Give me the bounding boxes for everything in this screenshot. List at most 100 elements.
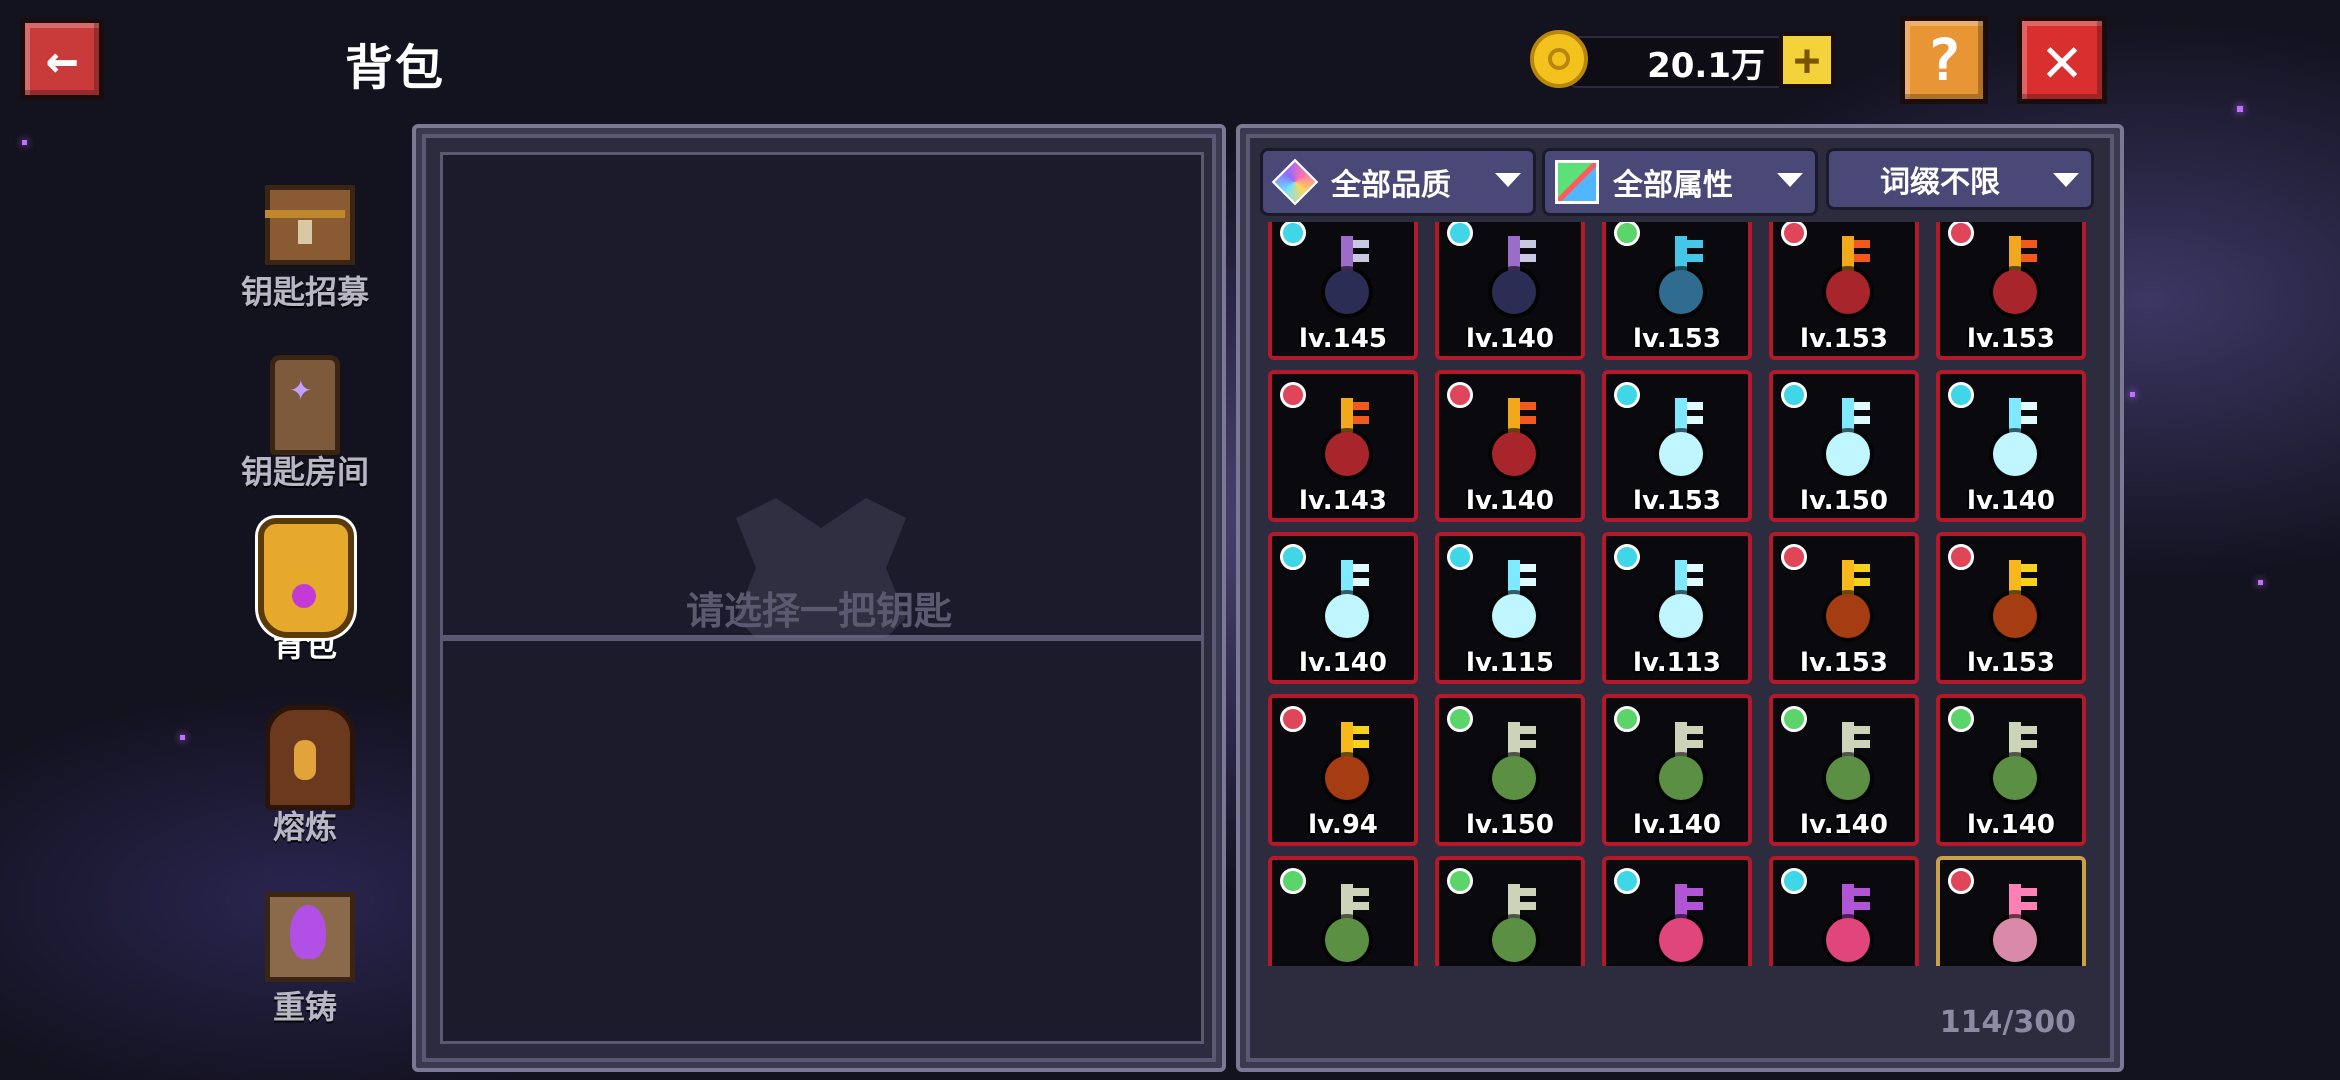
key-slot[interactable]: lv.153 (1602, 370, 1752, 522)
key-level: lv.140 (1466, 324, 1554, 354)
red-element-icon (1280, 706, 1306, 732)
pink-key-icon (1975, 882, 2055, 966)
key-level: lv.150 (1800, 486, 1888, 516)
affix-filter-dropdown[interactable]: 词缀不限 (1826, 148, 2094, 210)
key-slot[interactable]: lv.140 (1435, 370, 1585, 522)
cyan-element-icon (1447, 544, 1473, 570)
venom-key-icon (1474, 720, 1554, 810)
void-key-icon (1474, 234, 1554, 324)
sidebar-item-reforge[interactable]: 重铸 (220, 880, 390, 1028)
cyan-element-icon (1781, 868, 1807, 894)
cyan-element-icon (1447, 222, 1473, 246)
key-slot[interactable]: lv.140 (1602, 694, 1752, 846)
green-element-icon (1447, 868, 1473, 894)
cyan-element-icon (1948, 382, 1974, 408)
key-slot[interactable] (1268, 856, 1418, 966)
pumpkin-key-icon (1808, 558, 1888, 648)
key-slot[interactable] (1602, 856, 1752, 966)
venom-key-icon (1307, 882, 1387, 966)
key-slot[interactable]: lv.140 (1936, 370, 2086, 522)
key-level: lv.153 (1633, 324, 1721, 354)
pumpkin-key-icon (1975, 558, 2055, 648)
key-level: lv.140 (1299, 648, 1387, 678)
back-button[interactable]: ← (20, 18, 104, 100)
key-slot[interactable] (1936, 856, 2086, 966)
add-gold-button[interactable]: + (1779, 32, 1835, 88)
key-level: lv.140 (1466, 486, 1554, 516)
furnace-icon (250, 700, 360, 810)
key-slot[interactable] (1435, 856, 1585, 966)
key-slot[interactable] (1769, 856, 1919, 966)
key-level: lv.143 (1299, 486, 1387, 516)
key-slot[interactable]: lv.145 (1268, 222, 1418, 360)
key-level: lv.94 (1308, 810, 1378, 840)
ice-key-icon (1641, 558, 1721, 648)
rainbow-gem-icon (1271, 158, 1319, 206)
cyan-element-icon (1781, 382, 1807, 408)
attribute-filter-dropdown[interactable]: 全部属性 (1542, 148, 1818, 216)
key-slot[interactable]: lv.150 (1435, 694, 1585, 846)
affix-filter-label: 词缀不限 (1880, 165, 2000, 200)
sidebar-item-smelt[interactable]: 熔炼 (220, 700, 390, 848)
pumpkin-key-icon (1307, 720, 1387, 810)
heart-key-icon (1808, 882, 1888, 966)
key-slot[interactable]: lv.113 (1602, 532, 1752, 684)
key-slot[interactable]: lv.153 (1602, 222, 1752, 360)
attribute-filter-label: 全部属性 (1613, 168, 1733, 203)
red-element-icon (1781, 544, 1807, 570)
venom-key-icon (1975, 720, 2055, 810)
help-button[interactable]: ? (1900, 16, 1988, 104)
forge-icon (250, 880, 360, 990)
key-level: lv.140 (1967, 486, 2055, 516)
key-slot[interactable]: lv.140 (1435, 222, 1585, 360)
void-key-icon (1307, 234, 1387, 324)
bg-star (180, 735, 185, 740)
bag-icon (250, 518, 360, 638)
red-element-icon (1948, 868, 1974, 894)
key-slot[interactable]: lv.140 (1769, 694, 1919, 846)
cyan-element-icon (1280, 544, 1306, 570)
key-level: lv.153 (1800, 648, 1888, 678)
cyan-element-icon (1614, 382, 1640, 408)
back-arrow-icon: ← (45, 27, 79, 91)
key-stats-area (440, 638, 1204, 1044)
heart-key-icon (1641, 882, 1721, 966)
inventory-capacity: 114/300 (1939, 1005, 2076, 1040)
key-grid-viewport[interactable]: lv.145 lv.140 lv.153 lv.153 lv.153 lv.143 lv.1… (1260, 222, 2094, 966)
red-element-icon (1280, 382, 1306, 408)
key-slot[interactable]: lv.153 (1769, 222, 1919, 360)
ice-key-icon (1307, 558, 1387, 648)
green-element-icon (1781, 706, 1807, 732)
green-element-icon (1447, 706, 1473, 732)
key-slot[interactable]: lv.153 (1936, 532, 2086, 684)
ice-key-icon (1808, 396, 1888, 486)
key-slot[interactable]: lv.153 (1936, 222, 2086, 360)
red-element-icon (1948, 544, 1974, 570)
cyan-element-icon (1614, 868, 1640, 894)
key-slot[interactable]: lv.140 (1268, 532, 1418, 684)
ice-key-icon (1641, 396, 1721, 486)
close-button[interactable]: ✕ (2017, 16, 2107, 104)
green-element-icon (1280, 868, 1306, 894)
venom-key-icon (1641, 720, 1721, 810)
key-level: lv.153 (1800, 324, 1888, 354)
flame-key-icon (1474, 396, 1554, 486)
key-slot[interactable]: lv.143 (1268, 370, 1418, 522)
key-level: lv.140 (1800, 810, 1888, 840)
key-slot[interactable]: lv.115 (1435, 532, 1585, 684)
sidebar-item-key-room[interactable]: 钥匙房间 (220, 345, 390, 493)
key-slot[interactable]: lv.94 (1268, 694, 1418, 846)
key-slot[interactable]: lv.150 (1769, 370, 1919, 522)
key-level: lv.153 (1967, 324, 2055, 354)
venom-key-icon (1474, 882, 1554, 966)
sidebar-item-key-recruit[interactable]: 钥匙招募 (220, 165, 390, 313)
venom-key-icon (1808, 720, 1888, 810)
bg-star (22, 140, 27, 145)
key-slot[interactable]: lv.140 (1936, 694, 2086, 846)
quality-filter-dropdown[interactable]: 全部品质 (1260, 148, 1536, 216)
flame-key-icon (1307, 396, 1387, 486)
chevron-down-icon (1777, 173, 1803, 187)
gold-coin-icon (1530, 30, 1588, 88)
sidebar-item-backpack[interactable]: 背包 (220, 518, 390, 666)
key-slot[interactable]: lv.153 (1769, 532, 1919, 684)
